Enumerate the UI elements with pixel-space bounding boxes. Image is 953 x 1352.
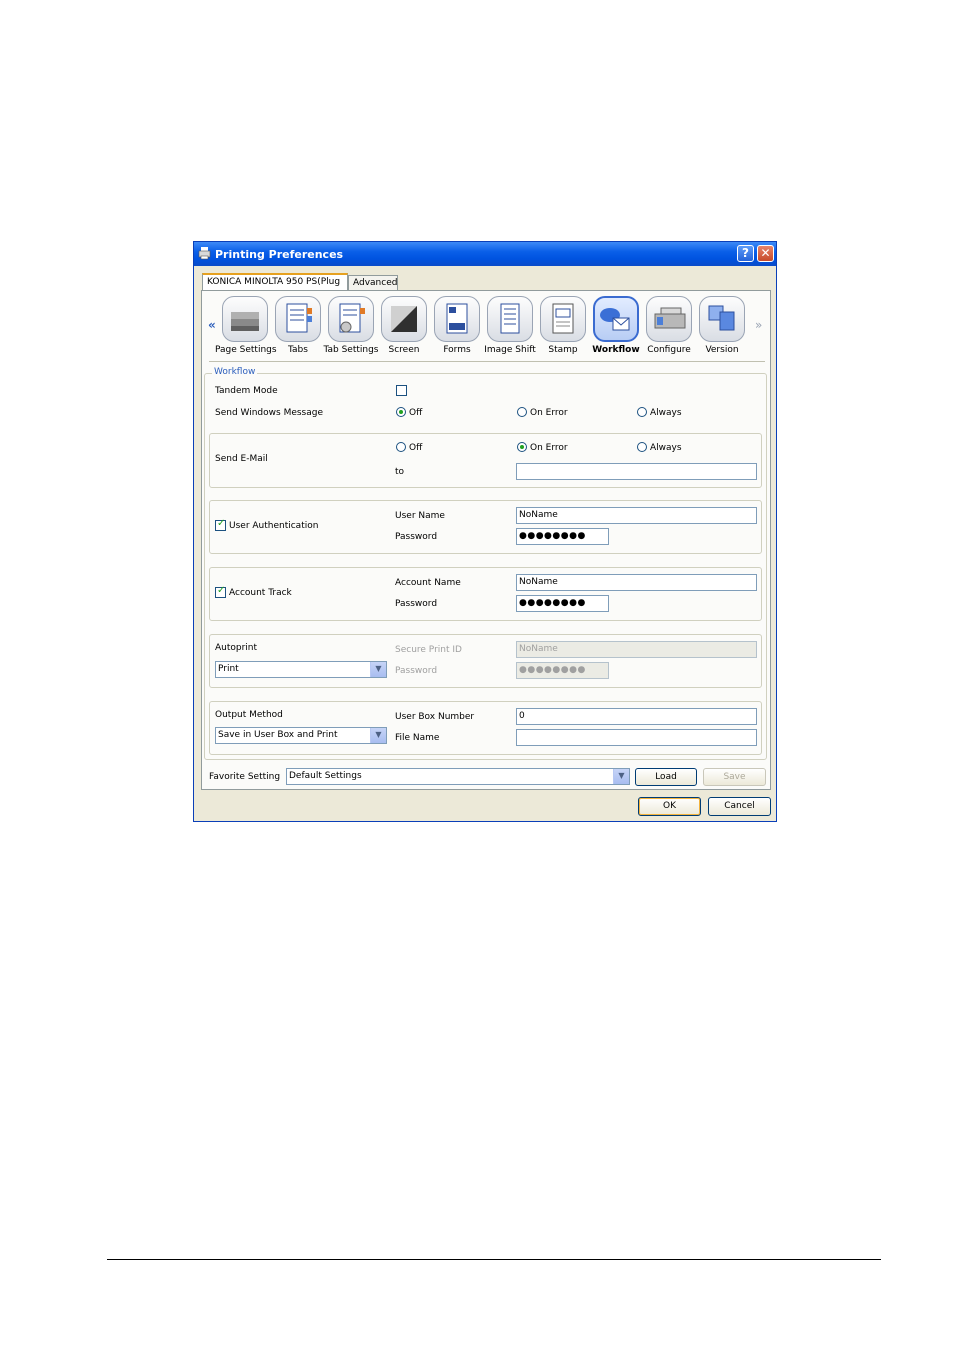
account-password-input[interactable]: ●●●●●●●● — [516, 595, 609, 612]
user-password-label: Password — [395, 532, 438, 542]
workflow-label: Workflow — [592, 345, 640, 355]
swm-on-error-radio[interactable] — [517, 407, 527, 417]
scroll-left-icon[interactable]: « — [208, 318, 216, 332]
favorite-setting-select[interactable]: Default Settings ▼ — [286, 768, 630, 785]
tabs-label: Tabs — [288, 345, 308, 355]
version-icon — [708, 305, 735, 331]
user-box-number-label: User Box Number — [395, 712, 475, 722]
send-windows-message-label: Send Windows Message — [215, 408, 324, 418]
email-on-error-radio[interactable] — [517, 442, 527, 452]
stamp-label: Stamp — [548, 345, 578, 355]
swm-off-radio[interactable] — [396, 407, 406, 417]
autoprint-select[interactable]: Print ▼ — [215, 661, 387, 678]
favorite-setting-label: Favorite Setting — [209, 772, 281, 782]
secure-print-id-label: Secure Print ID — [395, 645, 462, 655]
close-button[interactable]: ✕ — [757, 245, 774, 262]
configure-button[interactable] — [646, 296, 692, 342]
tab-settings-icon — [339, 303, 365, 333]
secure-print-id-input[interactable]: NoName — [516, 641, 757, 658]
chevron-down-icon[interactable]: ▼ — [370, 728, 386, 743]
autoprint-password-label: Password — [395, 666, 438, 676]
user-name-label: User Name — [395, 511, 445, 521]
email-to-input[interactable] — [516, 463, 757, 480]
image-shift-label: Image Shift — [484, 345, 536, 355]
swm-always-radio[interactable] — [637, 407, 647, 417]
autoprint-password-input[interactable]: ●●●●●●●● — [516, 662, 609, 679]
stamp-button[interactable] — [540, 296, 586, 342]
email-to-label: to — [395, 467, 405, 477]
chevron-down-icon[interactable]: ▼ — [370, 662, 386, 677]
page-settings-button[interactable] — [222, 296, 268, 342]
workflow-button[interactable] — [593, 296, 639, 342]
chevron-down-icon[interactable]: ▼ — [613, 769, 629, 784]
version-label: Version — [705, 345, 739, 355]
page-settings-icon — [231, 312, 259, 331]
autoprint-selected: Print — [218, 664, 239, 674]
user-name-input[interactable]: NoName — [516, 507, 757, 524]
email-always-label: Always — [650, 443, 682, 453]
swm-on-error-label: On Error — [530, 408, 568, 418]
account-track-checkbox[interactable]: ✓ — [215, 585, 226, 598]
printing-preferences-window: Printing Preferences ? ✕ KONICA MINOLTA … — [193, 241, 777, 822]
image-shift-icon — [500, 303, 520, 334]
user-auth-checkbox[interactable]: ✓ — [215, 518, 226, 531]
tab-settings-label: Tab Settings — [323, 345, 379, 355]
favorite-selected: Default Settings — [289, 771, 362, 781]
title-bar[interactable]: Printing Preferences ? ✕ — [194, 242, 776, 266]
tandem-mode-label: Tandem Mode — [215, 386, 278, 396]
forms-label: Forms — [443, 345, 471, 355]
file-name-label: File Name — [395, 733, 440, 743]
load-button[interactable]: Load — [635, 768, 697, 786]
workflow-icon — [600, 308, 630, 331]
workflow-heading: Workflow — [212, 367, 258, 377]
configure-label: Configure — [647, 345, 691, 355]
autoprint-label: Autoprint — [215, 643, 258, 653]
account-password-label: Password — [395, 599, 438, 609]
tandem-mode-checkbox[interactable] — [396, 385, 407, 396]
tab-advanced[interactable]: Advanced — [348, 275, 398, 291]
tab-printer[interactable]: KONICA MINOLTA 950 PS(Plug — [202, 273, 348, 290]
tabs-button[interactable] — [275, 296, 321, 342]
image-shift-button[interactable] — [487, 296, 533, 342]
version-button[interactable] — [699, 296, 745, 342]
email-off-radio[interactable] — [396, 442, 406, 452]
user-box-number-input[interactable]: 0 — [516, 708, 757, 725]
screen-button[interactable] — [381, 296, 427, 342]
printer-icon — [198, 247, 211, 260]
screen-icon — [391, 306, 417, 332]
user-auth-label: User Authentication — [229, 521, 319, 531]
page-footer-rule — [107, 1259, 881, 1260]
forms-button[interactable] — [434, 296, 480, 342]
tabs-icon — [286, 303, 312, 333]
ok-button[interactable]: OK — [638, 797, 701, 816]
scroll-right-icon[interactable]: » — [755, 318, 762, 332]
email-off-label: Off — [409, 443, 423, 453]
help-button[interactable]: ? — [737, 245, 754, 262]
page-settings-label: Page Settings — [215, 345, 277, 355]
file-name-input[interactable] — [516, 729, 757, 746]
swm-always-label: Always — [650, 408, 682, 418]
output-method-label: Output Method — [215, 710, 283, 720]
tab-settings-button[interactable] — [328, 296, 374, 342]
account-track-label: Account Track — [229, 588, 292, 598]
screen-label: Screen — [388, 345, 420, 355]
configure-icon — [654, 307, 686, 329]
stamp-icon — [552, 303, 574, 334]
output-method-selected: Save in User Box and Print — [218, 730, 338, 740]
user-password-input[interactable]: ●●●●●●●● — [516, 528, 609, 545]
swm-off-label: Off — [409, 408, 423, 418]
strip-divider — [209, 361, 765, 362]
account-name-label: Account Name — [395, 578, 461, 588]
account-name-input[interactable]: NoName — [516, 574, 757, 591]
email-on-error-label: On Error — [530, 443, 568, 453]
output-method-select[interactable]: Save in User Box and Print ▼ — [215, 727, 387, 744]
cancel-button[interactable]: Cancel — [708, 797, 771, 816]
send-email-label: Send E-Mail — [215, 454, 268, 464]
save-button[interactable]: Save — [703, 768, 766, 786]
email-always-radio[interactable] — [637, 442, 647, 452]
forms-icon — [446, 303, 468, 334]
window-title: Printing Preferences — [215, 248, 344, 261]
